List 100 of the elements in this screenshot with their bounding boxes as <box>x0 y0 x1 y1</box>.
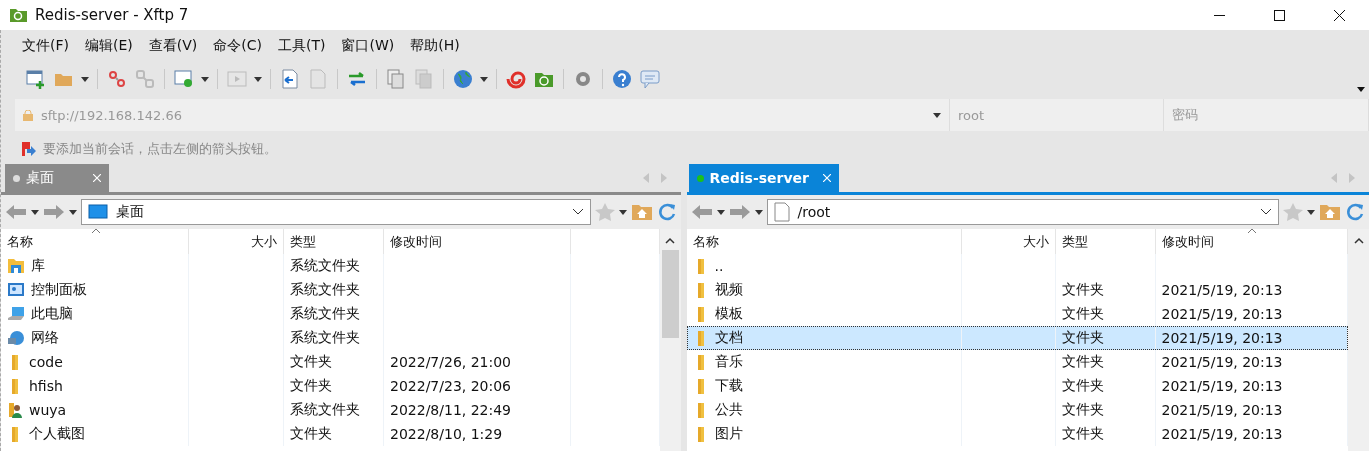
back-dropdown-icon[interactable] <box>31 209 39 215</box>
status-dot-icon <box>13 174 20 182</box>
refresh-icon[interactable] <box>656 202 677 222</box>
file-type: 系统文件夹 <box>290 281 360 299</box>
network-icon <box>7 330 25 346</box>
file-type: 系统文件夹 <box>290 305 360 323</box>
file-name: 下载 <box>714 377 743 395</box>
file-type: 文件夹 <box>1061 281 1104 299</box>
folder-icon <box>697 426 704 442</box>
file-type: 文件夹 <box>1061 329 1104 347</box>
tab-close-icon[interactable] <box>93 174 101 182</box>
menu-item[interactable]: 窗口(W) <box>334 35 402 57</box>
library-icon <box>7 258 25 274</box>
folder-icon <box>12 426 18 442</box>
desktop-icon <box>88 204 108 220</box>
file-name: 模板 <box>714 305 743 323</box>
path-text: /root <box>797 204 832 220</box>
folder-icon <box>697 258 704 274</box>
refresh-icon[interactable] <box>1345 202 1365 222</box>
file-type: 文件夹 <box>1061 353 1104 371</box>
path-text: 桌面 <box>116 203 145 221</box>
star-icon[interactable] <box>594 203 615 221</box>
file-type: 文件夹 <box>290 425 332 443</box>
session-tab[interactable]: Redis-server <box>688 164 839 192</box>
feedback-icon[interactable] <box>639 68 661 90</box>
link-icon[interactable] <box>134 68 156 90</box>
file-type: 文件夹 <box>1061 401 1104 419</box>
chevron-down-icon[interactable] <box>571 208 584 216</box>
dropdown-arrow-icon[interactable] <box>254 76 262 82</box>
scroll-up-icon[interactable] <box>1353 237 1364 244</box>
app-logo-icon <box>10 8 27 22</box>
file-type: 文件夹 <box>1061 425 1104 443</box>
modified-time: 2021/5/19, 20:13 <box>1161 378 1283 394</box>
menu-item[interactable]: 工具(T) <box>271 35 333 57</box>
menu-item[interactable]: 命令(C) <box>206 35 269 57</box>
menu-item[interactable]: 文件(F) <box>15 35 76 57</box>
new-session-icon[interactable] <box>25 68 47 90</box>
file-name: 控制面板 <box>31 281 87 299</box>
path-field[interactable]: /root <box>766 199 1279 225</box>
dropdown-arrow-icon[interactable] <box>480 76 488 82</box>
file-type: 文件夹 <box>1061 377 1104 395</box>
dropdown-arrow-icon[interactable] <box>81 76 89 82</box>
file-row[interactable]: 文档 文件夹 2021/5/19, 20:13 <box>686 326 1348 350</box>
folder-icon <box>697 306 704 322</box>
lock-icon <box>23 109 33 121</box>
scroll-up-icon[interactable] <box>665 237 675 244</box>
menu-item[interactable]: 编辑(E) <box>78 35 140 57</box>
disconnect-icon[interactable] <box>106 68 128 90</box>
file-type: 系统文件夹 <box>290 257 360 275</box>
modified-time: 2021/5/19, 20:13 <box>1161 282 1283 298</box>
window-title: Redis-server - Xftp 7 <box>35 6 190 24</box>
user-folder-icon <box>7 402 23 418</box>
folder-icon <box>12 378 18 394</box>
chevron-down-icon[interactable] <box>1260 208 1272 216</box>
folder-icon <box>697 378 704 394</box>
help-icon[interactable] <box>611 68 633 90</box>
file-name: 图片 <box>714 425 743 443</box>
sort-caret-icon <box>1246 229 1257 234</box>
modified-time: 2022/7/23, 20:06 <box>390 378 512 394</box>
host-dropdown-icon[interactable] <box>933 112 941 118</box>
modified-time: 2022/8/11, 22:49 <box>390 402 512 418</box>
copy-icon[interactable] <box>385 68 407 90</box>
connected-dot-icon <box>696 174 704 182</box>
bookmark-dropdown-icon[interactable] <box>1307 209 1315 215</box>
file-name: .. <box>714 258 724 274</box>
modified-time: 2022/7/26, 21:00 <box>390 354 512 370</box>
modified-time: 2021/5/19, 20:13 <box>1161 306 1283 322</box>
globe-icon[interactable] <box>452 68 474 90</box>
modified-time: 2021/5/19, 20:13 <box>1161 426 1283 442</box>
file-name: 文档 <box>714 329 743 347</box>
folder-icon <box>697 354 704 370</box>
vertical-scrollbar[interactable] <box>659 229 681 451</box>
back-dropdown-icon[interactable] <box>716 209 725 215</box>
folder-icon <box>697 402 704 418</box>
window-settings-icon[interactable] <box>173 68 195 90</box>
tab-close-icon[interactable] <box>822 174 831 182</box>
forward-dropdown-icon[interactable] <box>69 209 77 215</box>
path-field[interactable]: 桌面 <box>81 199 591 225</box>
file-type: 系统文件夹 <box>290 401 360 419</box>
menu-item[interactable]: 查看(V) <box>141 35 205 57</box>
file-name: 此电脑 <box>31 305 73 323</box>
toolbar-overflow-icon[interactable] <box>1357 87 1365 92</box>
file-name: 库 <box>31 257 45 275</box>
star-icon[interactable] <box>1283 203 1303 221</box>
menu-item[interactable]: 帮助(H) <box>403 35 467 57</box>
scrollbar-thumb[interactable] <box>661 250 679 338</box>
file-name: 音乐 <box>714 353 743 371</box>
file-name: hfish <box>29 378 63 394</box>
vertical-scrollbar[interactable] <box>1348 229 1369 451</box>
control-panel-icon <box>7 282 25 298</box>
forward-dropdown-icon[interactable] <box>754 209 763 215</box>
file-type: 文件夹 <box>290 353 332 371</box>
bookmark-dropdown-icon[interactable] <box>618 209 627 215</box>
modified-time: 2021/5/19, 20:13 <box>1161 402 1283 418</box>
folder-icon <box>12 354 18 370</box>
sort-caret-icon <box>91 229 101 234</box>
dropdown-arrow-icon[interactable] <box>201 76 209 82</box>
import-icon[interactable] <box>279 68 301 90</box>
modified-time: 2021/5/19, 20:13 <box>1161 354 1283 370</box>
add-session-icon[interactable] <box>21 141 37 157</box>
